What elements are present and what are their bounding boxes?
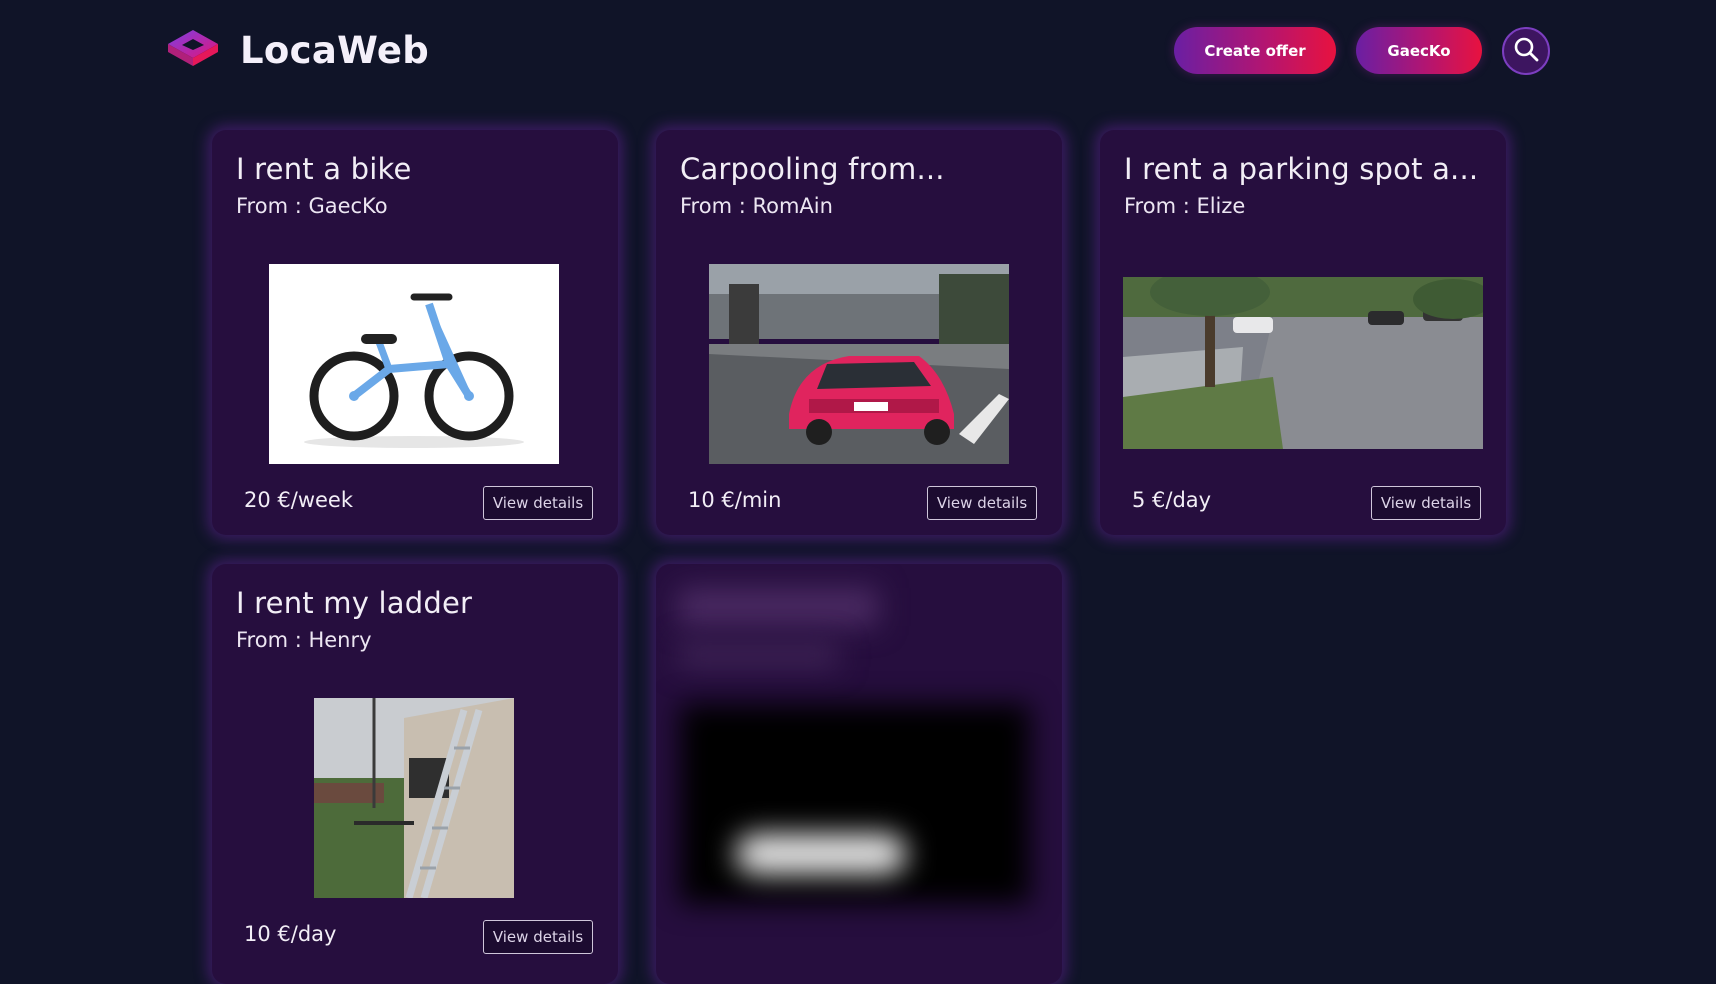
blurred-author-placeholder — [678, 642, 838, 668]
offer-card: I rent a parking spot a... From : Elize … — [1100, 130, 1506, 535]
offer-title: I rent a bike — [236, 152, 412, 186]
offer-title: I rent a parking spot a... — [1124, 152, 1479, 186]
offer-author: From : GaecKo — [236, 194, 388, 218]
brand-logo[interactable]: LocaWeb — [166, 28, 429, 72]
parking-lot-photo — [1123, 277, 1483, 449]
offer-author: From : Henry — [236, 628, 372, 652]
blurred-highlight-placeholder — [736, 834, 906, 874]
offer-price: 5 €/day — [1132, 488, 1212, 512]
loading-offer-card — [656, 564, 1062, 984]
view-details-button[interactable]: View details — [483, 486, 593, 520]
search-icon — [1513, 36, 1539, 66]
offer-price: 20 €/week — [244, 488, 354, 512]
offer-card: I rent a bike From : GaecKo 20 €/week Vi… — [212, 130, 618, 535]
offer-card: I rent my ladder From : Henry 10 €/day V… — [212, 564, 618, 984]
blurred-image-placeholder — [680, 704, 1030, 904]
red-car-photo — [709, 264, 1009, 464]
offer-title: Carpooling from... — [680, 152, 945, 186]
view-details-button[interactable]: View details — [483, 920, 593, 954]
blurred-title-placeholder — [678, 588, 878, 626]
offer-author: From : Elize — [1124, 194, 1246, 218]
offer-price: 10 €/day — [244, 922, 337, 946]
balance-bike-photo — [269, 264, 559, 464]
view-details-button[interactable]: View details — [1371, 486, 1481, 520]
create-offer-button[interactable]: Create offer — [1174, 27, 1336, 74]
offer-price: 10 €/min — [688, 488, 782, 512]
offer-card: Carpooling from... From : RomAin 10 €/mi… — [656, 130, 1062, 535]
offer-author: From : RomAin — [680, 194, 833, 218]
diamond-logo-icon — [166, 28, 220, 72]
brand-name: LocaWeb — [240, 28, 430, 72]
ladder-photo — [314, 698, 514, 898]
view-details-button[interactable]: View details — [927, 486, 1037, 520]
search-button[interactable] — [1502, 27, 1550, 75]
header: LocaWeb Create offer GaecKo — [0, 0, 1716, 104]
offer-title: I rent my ladder — [236, 586, 473, 620]
user-profile-button[interactable]: GaecKo — [1356, 27, 1482, 74]
